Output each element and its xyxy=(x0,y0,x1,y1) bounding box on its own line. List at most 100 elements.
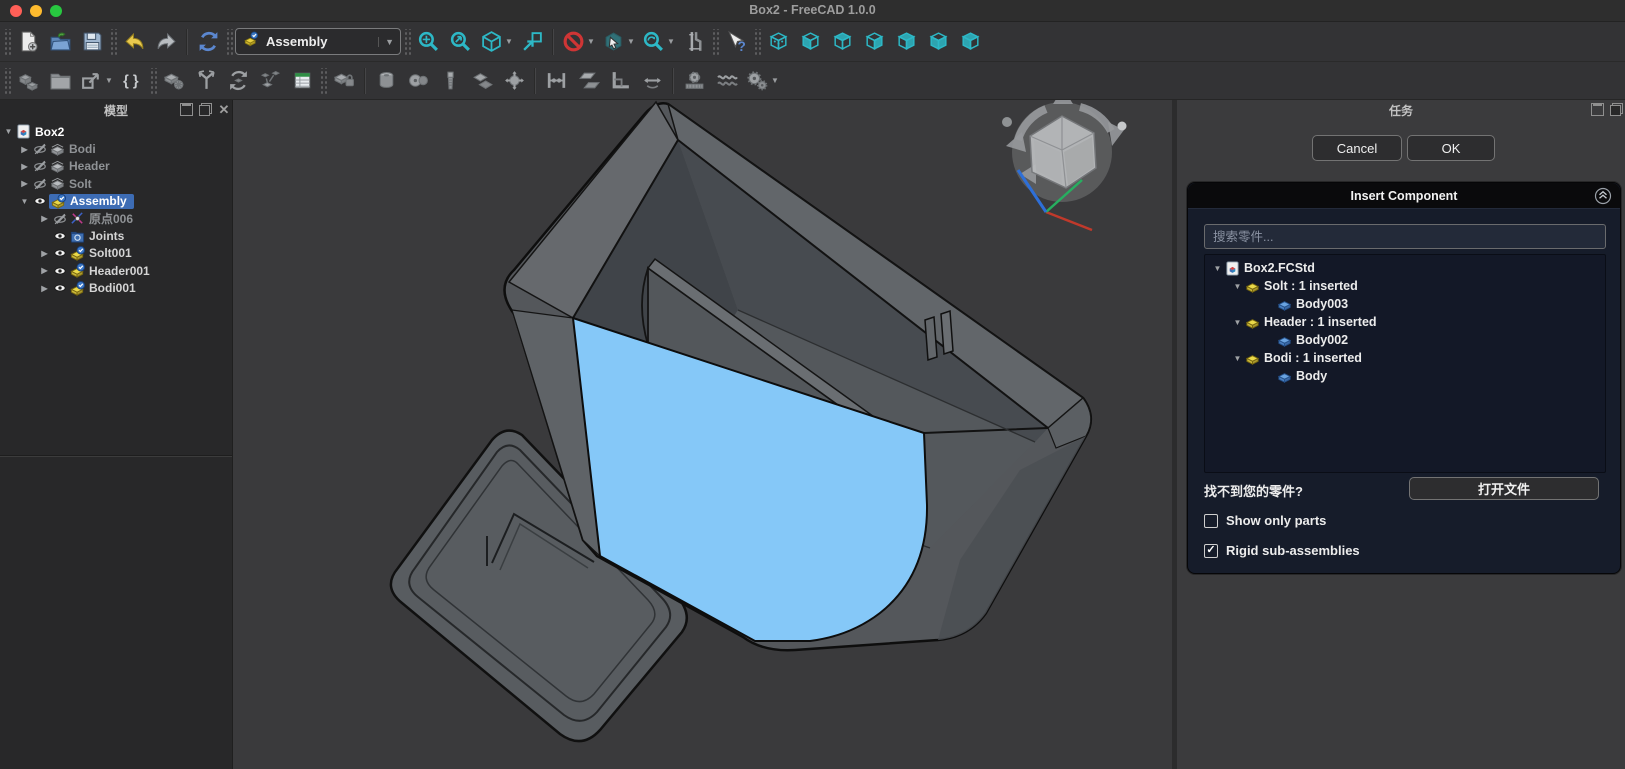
checkbox-checked-icon[interactable]: ✓ xyxy=(1204,544,1218,558)
joint-planar-button[interactable] xyxy=(467,66,497,96)
toolbar-drag-handle[interactable] xyxy=(3,29,11,55)
select-view-button[interactable]: ▼ xyxy=(599,27,637,57)
panel-close-icon[interactable]: ✕ xyxy=(218,103,230,116)
model-tree-item-header001[interactable]: ▶Header001 xyxy=(0,262,232,279)
zoom-selection-button[interactable] xyxy=(445,27,475,57)
toolbar-drag-handle[interactable] xyxy=(3,68,11,94)
expander-open-icon[interactable]: ▼ xyxy=(1231,354,1244,363)
view-left-button[interactable] xyxy=(955,27,985,57)
checkbox-row-show-only-parts[interactable]: Show only parts xyxy=(1204,513,1326,528)
update-assembly-button[interactable] xyxy=(223,66,253,96)
toolbar-drag-handle[interactable] xyxy=(319,68,327,94)
measure-button[interactable] xyxy=(679,27,709,57)
clipping-button[interactable]: ▼ xyxy=(559,27,597,57)
joint-rack-pinion-button[interactable] xyxy=(679,66,709,96)
toolbar-drag-handle[interactable] xyxy=(711,29,719,55)
workbench-selector[interactable]: Assembly ▼ xyxy=(235,28,401,55)
toolbar-drag-handle[interactable] xyxy=(753,29,761,55)
panel-divider[interactable] xyxy=(0,455,232,457)
component-tree-item-box2-fcstd[interactable]: ▼Box2.FCStd xyxy=(1205,259,1605,277)
insert-component-button[interactable] xyxy=(159,66,189,96)
open-file-button[interactable] xyxy=(45,27,75,57)
model-tree-item-assembly[interactable]: ▼Assembly xyxy=(0,193,232,210)
eye-off-icon[interactable] xyxy=(31,142,49,156)
joint-screw-button[interactable] xyxy=(435,66,465,96)
task-panel-minimize-icon[interactable] xyxy=(1591,103,1604,116)
component-tree-item-bodi-1-inserted[interactable]: ▼Bodi : 1 inserted xyxy=(1205,349,1605,367)
eye-icon[interactable] xyxy=(51,281,69,295)
model-tree-item-bodi[interactable]: ▶Bodi xyxy=(0,140,232,157)
toolbar-drag-handle[interactable] xyxy=(109,29,117,55)
whats-this-button[interactable]: ? xyxy=(721,27,751,57)
insert-component-header[interactable]: Insert Component xyxy=(1188,183,1620,209)
exploded-view-button[interactable] xyxy=(255,66,285,96)
expander-closed-icon[interactable]: ▶ xyxy=(38,214,51,223)
joint-belt-button[interactable] xyxy=(711,66,741,96)
expander-closed-icon[interactable]: ▶ xyxy=(38,284,51,293)
expander-open-icon[interactable]: ▼ xyxy=(1211,264,1224,273)
expander-open-icon[interactable]: ▼ xyxy=(1231,318,1244,327)
eye-icon[interactable] xyxy=(51,264,69,278)
view-sync-button[interactable] xyxy=(517,27,547,57)
view-front-button[interactable] xyxy=(795,27,825,57)
joint-parallel-button[interactable] xyxy=(573,66,603,96)
checkbox-unchecked-icon[interactable] xyxy=(1204,514,1218,528)
variables-button[interactable]: { } xyxy=(117,66,147,96)
component-tree-item-body002[interactable]: Body002 xyxy=(1205,331,1605,349)
component-tree-item-body[interactable]: Body xyxy=(1205,367,1605,385)
expander-closed-icon[interactable]: ▶ xyxy=(38,266,51,275)
navigation-cube[interactable] xyxy=(1002,100,1127,230)
toolbar-drag-handle[interactable] xyxy=(403,29,411,55)
component-tree-item-solt-1-inserted[interactable]: ▼Solt : 1 inserted xyxy=(1205,277,1605,295)
model-tree-item-box2[interactable]: ▼Box2 xyxy=(0,123,232,140)
view-top-button[interactable] xyxy=(827,27,857,57)
checkbox-row-rigid-sub-assemblies[interactable]: ✓ Rigid sub-assemblies xyxy=(1204,543,1360,558)
bill-of-materials-button[interactable] xyxy=(287,66,317,96)
joint-gears-button[interactable]: ▼ xyxy=(743,66,781,96)
component-tree-item-body003[interactable]: Body003 xyxy=(1205,295,1605,313)
zoom-tool-button[interactable]: ▼ xyxy=(639,27,677,57)
expander-closed-icon[interactable]: ▶ xyxy=(18,162,31,171)
eye-off-icon[interactable] xyxy=(51,212,69,226)
joint-revolute-button[interactable] xyxy=(403,66,433,96)
new-group-button[interactable] xyxy=(45,66,75,96)
model-tree-item-solt[interactable]: ▶Solt xyxy=(0,175,232,192)
3d-viewport[interactable] xyxy=(233,100,1172,769)
model-tree-item-joints[interactable]: Joints xyxy=(0,227,232,244)
eye-icon[interactable] xyxy=(31,194,49,208)
model-tree-item-solt001[interactable]: ▶Solt001 xyxy=(0,245,232,262)
view-right-button[interactable] xyxy=(859,27,889,57)
collapse-section-icon[interactable] xyxy=(1594,187,1612,205)
expander-closed-icon[interactable]: ▶ xyxy=(18,179,31,188)
toolbar-drag-handle[interactable] xyxy=(149,68,157,94)
joint-perpendicular-button[interactable] xyxy=(605,66,635,96)
solve-assembly-button[interactable] xyxy=(191,66,221,96)
refresh-button[interactable] xyxy=(193,27,223,57)
model-tree-item-bodi001[interactable]: ▶Bodi001 xyxy=(0,280,232,297)
save-file-button[interactable] xyxy=(77,27,107,57)
eye-icon[interactable] xyxy=(51,246,69,260)
create-assembly-button[interactable] xyxy=(13,66,43,96)
3d-scene[interactable] xyxy=(233,100,1172,769)
expander-open-icon[interactable]: ▼ xyxy=(1231,282,1244,291)
joint-cylindrical-button[interactable] xyxy=(371,66,401,96)
view-axonometric-button[interactable] xyxy=(763,27,793,57)
undo-button[interactable] xyxy=(119,27,149,57)
draw-style-button[interactable]: ▼ xyxy=(477,27,515,57)
redo-button[interactable] xyxy=(151,27,181,57)
component-tree-item-header-1-inserted[interactable]: ▼Header : 1 inserted xyxy=(1205,313,1605,331)
model-tree-item--006[interactable]: ▶原点006 xyxy=(0,210,232,227)
new-file-button[interactable] xyxy=(13,27,43,57)
expander-closed-icon[interactable]: ▶ xyxy=(38,249,51,258)
joint-distance-button[interactable] xyxy=(541,66,571,96)
task-panel-float-icon[interactable] xyxy=(1610,103,1623,116)
export-link-button[interactable]: ▼ xyxy=(77,66,115,96)
open-file-button[interactable]: 打开文件 xyxy=(1409,477,1599,500)
model-tree-item-header[interactable]: ▶Header xyxy=(0,158,232,175)
ok-button[interactable]: OK xyxy=(1407,135,1495,161)
eye-off-icon[interactable] xyxy=(31,159,49,173)
expander-open-icon[interactable]: ▼ xyxy=(2,127,15,136)
view-rear-button[interactable] xyxy=(891,27,921,57)
eye-icon[interactable] xyxy=(51,229,69,243)
view-bottom-button[interactable] xyxy=(923,27,953,57)
